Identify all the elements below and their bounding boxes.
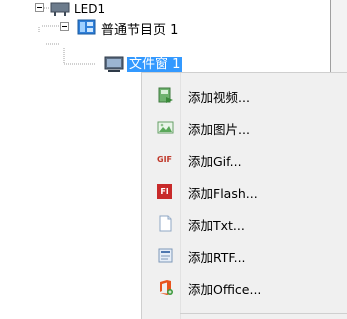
menu-item-label: 添加Flash...	[188, 186, 258, 201]
menu-item-label: 添加Txt...	[188, 218, 245, 233]
menu-item-add-rtf[interactable]: 添加RTF...	[142, 239, 347, 271]
menu-item-label: 添加Gif...	[188, 154, 242, 169]
rtf-icon	[158, 248, 173, 263]
tree-expander-led1[interactable]	[35, 3, 44, 12]
menu-item-add-office[interactable]: 添加Office...	[142, 271, 347, 303]
tree-expander-program[interactable]	[60, 22, 69, 31]
window-icon	[104, 56, 124, 72]
txt-icon	[159, 215, 172, 232]
menu-item-label: 添加Office...	[188, 282, 262, 297]
video-icon	[158, 87, 173, 103]
office-icon	[160, 280, 173, 295]
menu-item-add-gif[interactable]: GIF 添加Gif...	[142, 143, 347, 175]
tree-node-program-page[interactable]: 普通节目页 1	[101, 19, 178, 38]
menu-item-add-txt[interactable]: 添加Txt...	[142, 207, 347, 239]
program-page-icon	[77, 19, 96, 35]
menu-item-label: 添加图片...	[188, 122, 250, 137]
tree-connector-lines	[38, 7, 96, 65]
picture-icon	[157, 121, 174, 134]
context-menu: 添加视频... 添加图片... GIF 添加Gif... Fl 添加Flash.…	[141, 72, 347, 319]
tree-node-file-window[interactable]: 文件窗 1	[127, 57, 183, 72]
tree-node-led1[interactable]: LED1	[74, 2, 105, 16]
display-screen-icon	[50, 2, 70, 16]
menu-item-add-flash[interactable]: Fl 添加Flash...	[142, 175, 347, 207]
flash-icon: Fl	[157, 184, 172, 199]
menu-item-add-picture[interactable]: 添加图片...	[142, 111, 347, 143]
menu-item-add-video[interactable]: 添加视频...	[142, 79, 347, 111]
menu-separator	[180, 313, 347, 314]
menu-item-label: 添加RTF...	[188, 250, 246, 265]
menu-item-label: 添加视频...	[188, 90, 250, 105]
gif-icon: GIF	[157, 155, 173, 164]
